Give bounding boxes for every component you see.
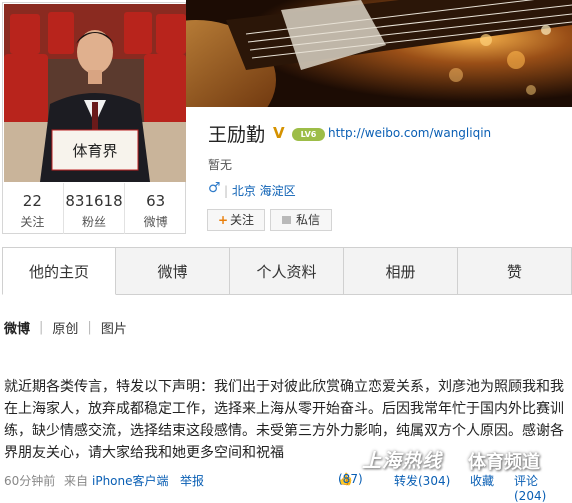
follow-label: 关注	[230, 213, 255, 227]
profile-bio: 暂无	[208, 158, 233, 172]
watermark-subtitle: 体育频道	[468, 452, 540, 473]
stat-posts[interactable]: 63 微博	[125, 183, 186, 234]
posts-count: 63	[146, 192, 166, 210]
filter-all[interactable]: 微博	[4, 318, 30, 337]
filter-separator: |	[87, 320, 92, 335]
repost-link[interactable]: 转发(304)	[394, 472, 450, 489]
following-count: 22	[22, 192, 42, 210]
location: | 北京 海淀区	[224, 182, 296, 199]
tab-likes[interactable]: 赞	[458, 247, 572, 294]
tab-profile[interactable]: 个人资料	[230, 247, 345, 294]
plus-icon: +	[217, 213, 229, 227]
post-time-link[interactable]: 60分钟前	[4, 472, 55, 489]
tab-weibo[interactable]: 微博	[116, 247, 231, 294]
source-link[interactable]: iPhone客户端	[92, 472, 169, 489]
guitar-banner-image	[186, 0, 572, 107]
favorite-link[interactable]: 收藏	[470, 472, 494, 489]
followers-label: 粉丝	[82, 215, 107, 229]
watermark-logo: 上海热线	[362, 450, 443, 472]
weibo-url-link[interactable]: http://weibo.com/wangliqin	[328, 126, 491, 140]
avatar-image: 体育界	[4, 4, 186, 182]
verified-badge-icon[interactable]: V	[273, 124, 285, 142]
stat-following[interactable]: 22 关注	[2, 183, 64, 234]
cover-banner	[186, 0, 572, 107]
source-label: 来自	[64, 474, 89, 488]
message-button[interactable]: 私信	[270, 209, 332, 231]
filter-pictures[interactable]: 图片	[101, 318, 127, 337]
report-link[interactable]: 举报	[180, 472, 204, 489]
filter-separator: |	[39, 320, 44, 335]
follow-button[interactable]: + 关注	[207, 209, 265, 231]
level-badge[interactable]: LV6	[292, 128, 325, 141]
like-count: (87)	[338, 472, 363, 486]
location-link[interactable]: 北京 海淀区	[232, 184, 296, 198]
profile-tabs: 他的主页 微博 个人资料 相册 赞	[2, 247, 572, 295]
stats-bar: 22 关注 831618 粉丝 63 微博	[2, 183, 186, 234]
avatar-nameplate: 体育界	[72, 142, 117, 160]
envelope-icon	[281, 216, 291, 224]
tab-album[interactable]: 相册	[344, 247, 459, 294]
stat-followers[interactable]: 831618 粉丝	[64, 183, 126, 234]
feed-filters: 微博 | 原创 | 图片	[4, 318, 127, 337]
following-label: 关注	[20, 215, 45, 229]
avatar[interactable]: 体育界	[4, 4, 186, 182]
profile-name: 王励勤	[208, 124, 266, 146]
tab-home[interactable]: 他的主页	[2, 247, 117, 295]
posts-label: 微博	[143, 215, 168, 229]
location-separator: |	[224, 184, 232, 198]
message-label: 私信	[295, 213, 320, 227]
filter-original[interactable]: 原创	[52, 318, 78, 337]
followers-count: 831618	[65, 192, 123, 210]
male-icon: ♂	[208, 180, 221, 196]
comment-link[interactable]: 评论(204)	[514, 472, 570, 503]
